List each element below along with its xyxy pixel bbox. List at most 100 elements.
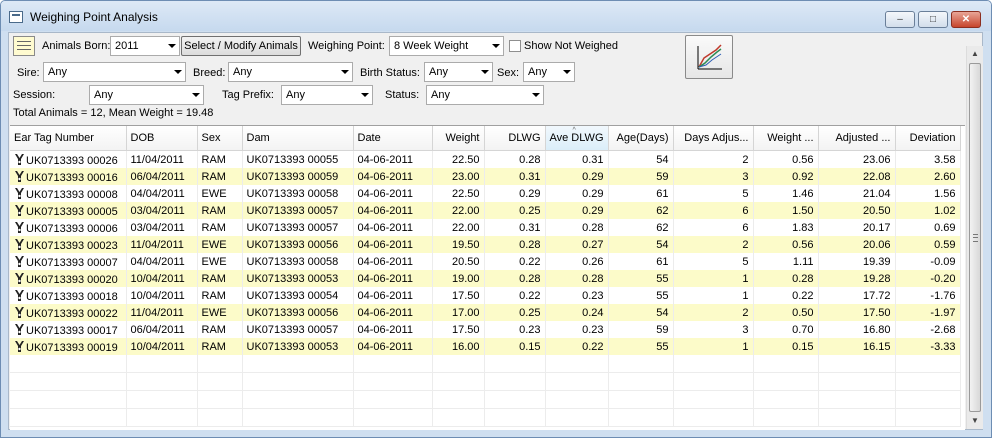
window-title: Weighing Point Analysis: [30, 10, 158, 24]
title-bar[interactable]: Weighing Point Analysis – □ ✕: [1, 1, 991, 31]
table-row[interactable]: UK0713393 00018 10/04/2011 RAM UK0713393 00…: [10, 287, 961, 304]
table-cell: 0.28: [545, 270, 609, 287]
column-header[interactable]: Weight: [432, 126, 485, 151]
empty-cell: [484, 355, 546, 373]
column-header[interactable]: Ear Tag Number: [10, 126, 127, 151]
scroll-thumb[interactable]: [969, 63, 981, 412]
empty-cell: [484, 408, 546, 427]
cell-value: 04-06-2011: [357, 306, 413, 319]
table-cell: 10/04/2011: [126, 287, 198, 304]
weighing-point-select[interactable]: 8 Week Weight: [389, 36, 504, 56]
filter-toolbar: Animals Born: 2011 Select / Modify Anima…: [9, 33, 982, 124]
show-not-weighed-checkbox[interactable]: [509, 40, 521, 52]
status-select[interactable]: Any: [426, 85, 544, 105]
grid-view-icon[interactable]: [13, 36, 35, 56]
table-cell: 20.17: [818, 219, 896, 236]
table-row[interactable]: UK0713393 00017 06/04/2011 RAM UK0713393 00…: [10, 321, 961, 338]
table-cell: 19.50: [432, 236, 485, 253]
table-cell: 0.31: [484, 168, 546, 185]
column-header[interactable]: DLWG: [484, 126, 546, 151]
column-header-label: Sex: [201, 132, 221, 144]
weighing-point-value: 8 Week Weight: [394, 40, 469, 52]
cell-value: 10/04/2011: [130, 272, 185, 285]
close-button[interactable]: ✕: [951, 11, 981, 28]
chevron-down-icon: [168, 44, 176, 48]
table-row[interactable]: UK0713393 00022 11/04/2011 EWE UK0713393 00…: [10, 304, 961, 321]
column-header[interactable]: Adjusted ...: [818, 126, 896, 151]
column-header[interactable]: Date: [353, 126, 433, 151]
column-header-label: DOB: [130, 132, 155, 144]
scroll-up-icon[interactable]: ▲: [967, 46, 983, 62]
sheep-tag-icon: [14, 323, 25, 336]
column-header[interactable]: Sex: [197, 126, 243, 151]
table-cell: 0.56: [753, 150, 819, 168]
column-header[interactable]: Weight ...: [753, 126, 819, 151]
empty-cell: [818, 355, 896, 373]
table-row[interactable]: UK0713393 00026 11/04/2011 RAM UK0713393 00…: [10, 150, 961, 168]
column-header[interactable]: Age(Days): [608, 126, 674, 151]
table-cell: 55: [608, 338, 674, 355]
empty-cell: [484, 372, 546, 391]
column-header[interactable]: Days Adjus...: [673, 126, 754, 151]
results-grid[interactable]: Ear Tag Number DOB Sex Dam Date Weight DLWG ^ Av…: [10, 125, 965, 430]
sire-select[interactable]: Any: [43, 62, 186, 82]
birth-status-select[interactable]: Any: [424, 62, 493, 82]
table-cell: 0.92: [753, 168, 819, 185]
table-cell: 5: [673, 253, 754, 270]
tag-prefix-select[interactable]: Any: [281, 85, 373, 105]
table-cell: UK0713393 00026: [10, 150, 127, 168]
table-cell: 1.56: [895, 185, 961, 202]
cell-value: 0.31: [582, 153, 604, 166]
cell-value: 03/04/2011: [130, 204, 185, 217]
session-select[interactable]: Any: [89, 85, 204, 105]
table-cell: 04-06-2011: [353, 270, 433, 287]
table-cell: 0.28: [753, 270, 819, 287]
table-cell: 0.28: [484, 150, 546, 168]
table-row[interactable]: UK0713393 00020 10/04/2011 RAM UK0713393 00…: [10, 270, 961, 287]
birth-status-value: Any: [429, 66, 448, 78]
table-row[interactable]: UK0713393 00005 03/04/2011 RAM UK0713393 00…: [10, 202, 961, 219]
minimize-button[interactable]: –: [885, 11, 915, 28]
column-header[interactable]: DOB: [126, 126, 198, 151]
table-row[interactable]: UK0713393 00019 10/04/2011 RAM UK0713393 00…: [10, 338, 961, 355]
cell-value: EWE: [201, 255, 227, 268]
table-cell: 04-06-2011: [353, 150, 433, 168]
table-cell: 04-06-2011: [353, 338, 433, 355]
weighing-point-label: Weighing Point:: [308, 40, 385, 52]
table-row[interactable]: UK0713393 00007 04/04/2011 EWE UK0713393 00…: [10, 253, 961, 270]
table-cell: 20.06: [818, 236, 896, 253]
table-row[interactable]: UK0713393 00016 06/04/2011 RAM UK0713393 00…: [10, 168, 961, 185]
column-header[interactable]: Deviation: [895, 126, 961, 151]
cell-value: 1.56: [934, 187, 956, 200]
analysis-window: Weighing Point Analysis – □ ✕ Animals Bo…: [0, 0, 992, 438]
table-cell: 61: [608, 185, 674, 202]
table-cell: 62: [608, 219, 674, 236]
sex-select[interactable]: Any: [523, 62, 575, 82]
table-row[interactable]: UK0713393 00006 03/04/2011 RAM UK0713393 00…: [10, 219, 961, 236]
table-cell: UK0713393 00057: [242, 321, 354, 338]
table-cell: 04-06-2011: [353, 304, 433, 321]
empty-cell: [545, 372, 609, 391]
sheep-tag-icon: [14, 272, 25, 285]
empty-cell: [608, 372, 674, 391]
table-row[interactable]: UK0713393 00023 11/04/2011 EWE UK0713393 00…: [10, 236, 961, 253]
cell-value: 0.29: [582, 204, 604, 217]
empty-cell: [432, 372, 485, 391]
cell-value: 62: [656, 221, 669, 234]
animals-born-select[interactable]: 2011: [110, 36, 180, 56]
cell-value: 20.06: [862, 238, 891, 251]
vertical-scrollbar[interactable]: ▲ ▼: [966, 46, 983, 429]
empty-cell: [353, 355, 433, 373]
table-row[interactable]: UK0713393 00008 04/04/2011 EWE UK0713393 00…: [10, 185, 961, 202]
sheep-tag-icon: [14, 238, 25, 251]
chart-button[interactable]: [685, 35, 733, 79]
scroll-down-icon[interactable]: ▼: [967, 413, 983, 429]
chevron-down-icon: [341, 70, 349, 74]
maximize-button[interactable]: □: [918, 11, 948, 28]
column-header[interactable]: ^ Ave DLWG: [545, 126, 609, 151]
column-header[interactable]: Dam: [242, 126, 354, 151]
cell-value: 54: [656, 238, 669, 251]
breed-select[interactable]: Any: [228, 62, 353, 82]
select-modify-animals-button[interactable]: Select / Modify Animals: [181, 36, 301, 56]
cell-value: 0.31: [519, 170, 541, 183]
